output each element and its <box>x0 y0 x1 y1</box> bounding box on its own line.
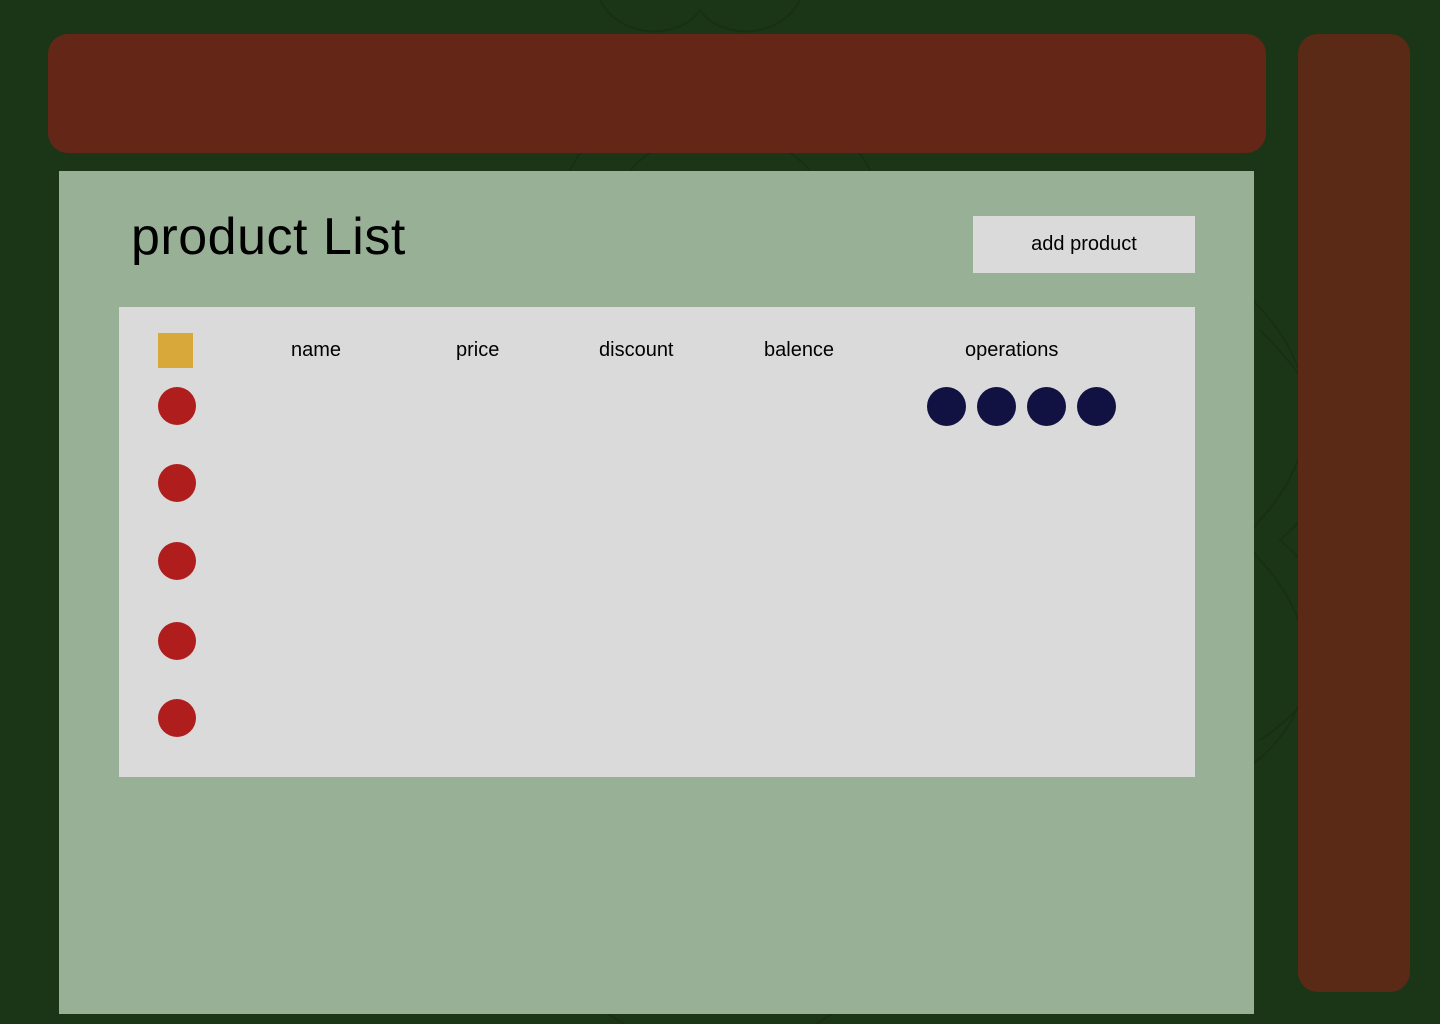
row-select-marker[interactable] <box>158 699 196 737</box>
operation-button-4[interactable] <box>1077 387 1116 426</box>
column-header-discount: discount <box>599 339 674 361</box>
product-table: name price discount balence operations <box>119 307 1195 777</box>
operation-button-1[interactable] <box>927 387 966 426</box>
column-header-balence: balence <box>764 339 835 361</box>
operation-button-3[interactable] <box>1027 387 1066 426</box>
column-header-price: price <box>456 339 500 361</box>
page-title: product List <box>131 208 406 266</box>
row-select-marker[interactable] <box>158 542 196 580</box>
column-header-operations: operations <box>965 339 1059 361</box>
select-all-checkbox[interactable] <box>158 333 193 368</box>
operation-button-2[interactable] <box>977 387 1016 426</box>
column-header-name: name <box>291 339 342 361</box>
top-banner <box>48 34 1266 153</box>
row-select-marker[interactable] <box>158 464 196 502</box>
add-product-button[interactable]: add product <box>973 216 1195 273</box>
side-panel <box>1298 34 1410 992</box>
row-select-marker[interactable] <box>158 622 196 660</box>
main-panel: product List add product name price disc… <box>59 171 1254 1014</box>
row-select-marker[interactable] <box>158 387 196 425</box>
